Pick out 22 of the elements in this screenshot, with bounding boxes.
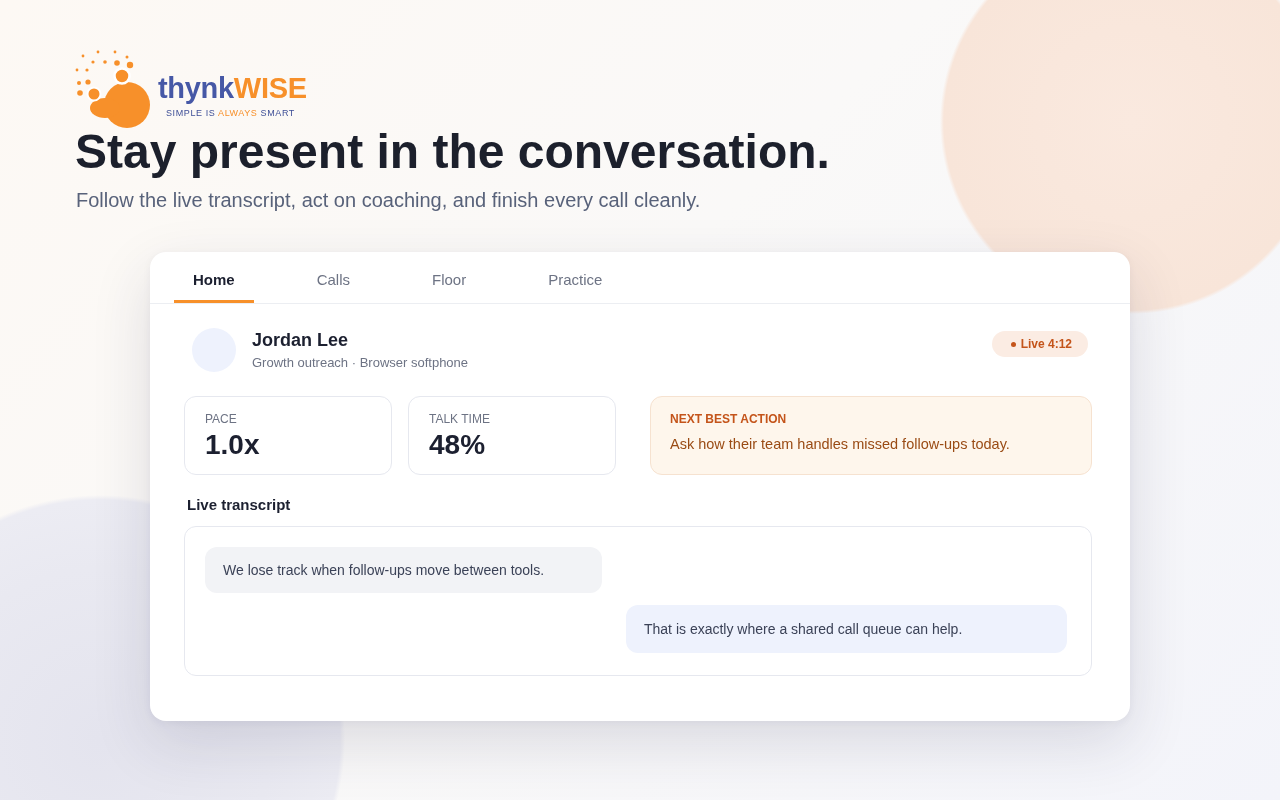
action-label: NEXT BEST ACTION xyxy=(670,412,787,427)
tab[interactable]: Home xyxy=(174,252,254,303)
stat-value: 48% xyxy=(429,429,486,461)
action-text: Ask how their team handles missed follow-ups today. xyxy=(670,435,1010,454)
hero-title: Stay present in the conversation. xyxy=(75,128,830,176)
logo-wordmark: thynkWISE xyxy=(158,73,307,103)
live-status: Live 4:12 xyxy=(1020,337,1072,351)
status-dot-icon xyxy=(1010,341,1016,347)
stat-label: PACE xyxy=(205,412,237,427)
stat-value: 1.0x xyxy=(205,429,260,461)
tab[interactable]: Practice xyxy=(529,252,622,303)
section-title: Live transcript xyxy=(187,495,291,515)
contact-name: Jordan Lee xyxy=(252,329,349,351)
stat-label: TALK TIME xyxy=(429,412,490,427)
contact-detail: Growth outreach · Browser softphone xyxy=(252,354,469,372)
blob-logo-icon xyxy=(75,48,151,128)
tab[interactable]: Calls xyxy=(297,252,370,303)
message-bubble: We lose track when follow-ups move between tools. xyxy=(205,547,602,593)
logo-tagline: SIMPLE IS ALWAYS SMART xyxy=(166,108,296,119)
tab[interactable]: Floor xyxy=(413,252,486,303)
hero-subtitle: Follow the live transcript, act on coaching, and finish every call cleanly. xyxy=(76,189,701,212)
message-bubble: That is exactly where a shared call queue can help. xyxy=(626,605,1067,653)
